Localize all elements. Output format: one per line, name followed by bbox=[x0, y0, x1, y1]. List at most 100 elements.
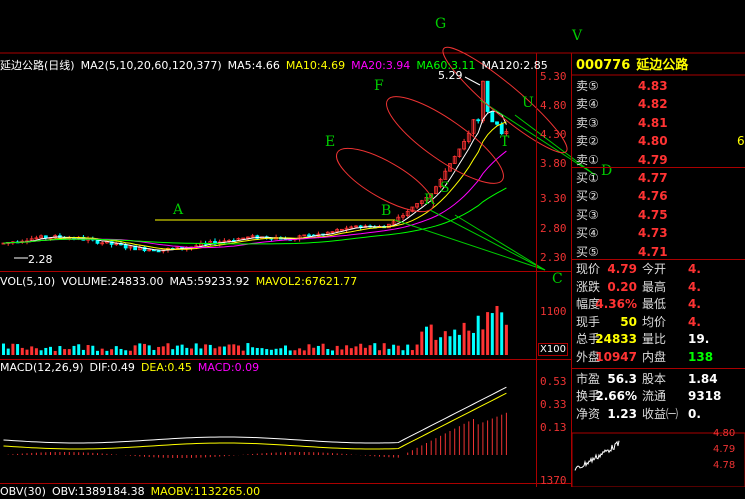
quote-stat-row: 涨跌 0.20 最高 4. bbox=[572, 279, 745, 296]
quote-panel: 000776 延边公路 卖⑤ 4.83 卖④ 4.82 卖③ 4.81 卖② 4.80 6 卖① 4.… bbox=[572, 53, 745, 487]
stat-label: 今开 bbox=[642, 262, 667, 276]
volume-bar bbox=[462, 322, 466, 355]
stat-value: 4. bbox=[688, 279, 701, 294]
macd-panel-title: MACD(12,26,9) bbox=[0, 361, 84, 374]
stat-label: 最高 bbox=[642, 279, 667, 294]
volume-bar bbox=[237, 345, 240, 355]
sell-order-row[interactable]: 卖① 4.79 bbox=[572, 152, 745, 168]
stat-label: 均价 bbox=[642, 314, 667, 329]
stats-divider bbox=[572, 368, 745, 369]
buy-order-row[interactable]: 买④ 4.73 bbox=[572, 225, 745, 241]
ma10-value: MA10:4.69 bbox=[285, 59, 346, 72]
buy-order-row[interactable]: 买② 4.76 bbox=[572, 188, 745, 204]
volume-bar bbox=[363, 347, 367, 355]
stat-label: 涨跌 bbox=[576, 279, 601, 294]
volume-bar bbox=[331, 350, 334, 355]
volume-bar bbox=[335, 345, 339, 355]
candle-body bbox=[156, 250, 161, 253]
volume-bar bbox=[204, 344, 208, 355]
stock-name: 延边公路 bbox=[636, 58, 689, 73]
volume-bar bbox=[354, 346, 358, 355]
order-price: 4.76 bbox=[638, 189, 668, 204]
annotation-label-v: V bbox=[572, 28, 583, 44]
annotation-label-u: U bbox=[522, 95, 534, 111]
price-axis-tick: 4.30 bbox=[540, 128, 567, 141]
annotation-label-g: G bbox=[435, 16, 447, 32]
volume-title-row: VOL(5,10) VOLUME:24833.00 MA5:59233.92 MAVO… bbox=[0, 275, 363, 289]
volume-bar bbox=[260, 348, 264, 355]
stat-label: 量比 bbox=[642, 332, 667, 347]
price-axis-tick: 2.80 bbox=[540, 222, 567, 235]
stat-label: 最低 bbox=[642, 297, 667, 312]
stat-label: 内盘 bbox=[642, 350, 667, 364]
order-price: 4.77 bbox=[638, 171, 668, 185]
macd-value: MACD:0.09 bbox=[197, 361, 260, 374]
stat-value: 4. bbox=[688, 297, 701, 312]
high-marker-label: 5.29 bbox=[438, 69, 463, 82]
volume-bar bbox=[457, 334, 461, 355]
sell-order-row[interactable]: 卖④ 4.82 bbox=[572, 96, 745, 112]
volume-bar bbox=[105, 350, 109, 355]
buy-order-row[interactable]: 买⑤ 4.71 bbox=[572, 244, 745, 260]
trendline-bc bbox=[394, 219, 546, 271]
volume-bar bbox=[232, 344, 236, 355]
price-axis-divider bbox=[536, 53, 537, 487]
volume-bar bbox=[241, 350, 245, 355]
volume-panel-title: VOL(5,10) bbox=[0, 275, 56, 288]
stat-value: 10947 bbox=[595, 350, 637, 364]
panel-divider-obv bbox=[0, 483, 571, 484]
stat-label: 市盈 bbox=[576, 371, 601, 386]
volume-bar bbox=[401, 350, 405, 355]
mini-chart-tick: 4.78 bbox=[713, 460, 736, 471]
order-level-label: 买② bbox=[576, 189, 599, 204]
volume-bar bbox=[368, 345, 372, 355]
volume-bar bbox=[143, 343, 146, 355]
volume-bar bbox=[53, 350, 57, 355]
volume-bar bbox=[213, 348, 217, 355]
price-axis-tick: 3.30 bbox=[540, 192, 567, 205]
volume-bar bbox=[406, 344, 410, 355]
volume-bar bbox=[86, 345, 90, 355]
sell-order-row[interactable]: 卖② 4.80 6 bbox=[572, 133, 745, 149]
volume-bar bbox=[185, 347, 189, 355]
stock-code: 000776 bbox=[576, 58, 631, 73]
order-price: 4.80 bbox=[638, 134, 668, 149]
macd-axis-tick: 0.13 bbox=[540, 421, 567, 434]
volume-bar bbox=[119, 348, 123, 355]
panel-divider-volume bbox=[0, 271, 571, 272]
buy-order-row[interactable]: 买③ 4.75 bbox=[572, 207, 745, 223]
panel-divider-macd bbox=[0, 359, 571, 360]
volume-bar bbox=[190, 348, 193, 355]
volume-bar bbox=[124, 350, 128, 355]
stat-label: 净资 bbox=[576, 406, 601, 421]
quote-stat-row: 现手 50 均价 4. bbox=[572, 314, 745, 331]
trendline-rc bbox=[429, 209, 546, 271]
volume-unit-badge[interactable]: X100 bbox=[538, 343, 568, 356]
dif-line bbox=[3, 386, 507, 444]
volume-bar bbox=[382, 343, 386, 355]
order-book-bottom-line bbox=[572, 259, 745, 260]
high-marker-arrow bbox=[464, 76, 481, 86]
annotation-label-t: T bbox=[500, 134, 510, 150]
price-axis-tick: 3.80 bbox=[540, 157, 567, 170]
order-price: 4.75 bbox=[638, 207, 668, 222]
volume-bar bbox=[72, 345, 76, 355]
stat-label: 现手 bbox=[576, 314, 601, 329]
sell-order-row[interactable]: 卖⑤ 4.83 bbox=[572, 78, 745, 94]
volume-bar bbox=[166, 343, 170, 355]
ma10-line bbox=[3, 121, 507, 250]
mini-chart-tick: 4.80 bbox=[713, 428, 736, 439]
volume-bar bbox=[67, 349, 71, 355]
dea-value: DEA:0.45 bbox=[140, 361, 192, 374]
quote-stat-row: 总手 24833 量比 19. bbox=[572, 331, 745, 348]
volume-bar bbox=[425, 326, 428, 355]
volume-bar bbox=[321, 343, 325, 355]
buy-order-row[interactable]: 买① 4.77 bbox=[572, 170, 745, 186]
stat-label: 股本 bbox=[642, 371, 667, 386]
stat-value: 0. bbox=[688, 406, 701, 421]
obv-axis-tick: 1370 bbox=[540, 474, 567, 487]
stock-header[interactable]: 000776 延边公路 bbox=[572, 55, 745, 77]
stat-value: 1.84 bbox=[688, 371, 718, 386]
sell-order-row[interactable]: 卖③ 4.81 bbox=[572, 115, 745, 131]
ma-indicator-label: MA2(5,10,20,60,120,377) bbox=[80, 59, 222, 72]
